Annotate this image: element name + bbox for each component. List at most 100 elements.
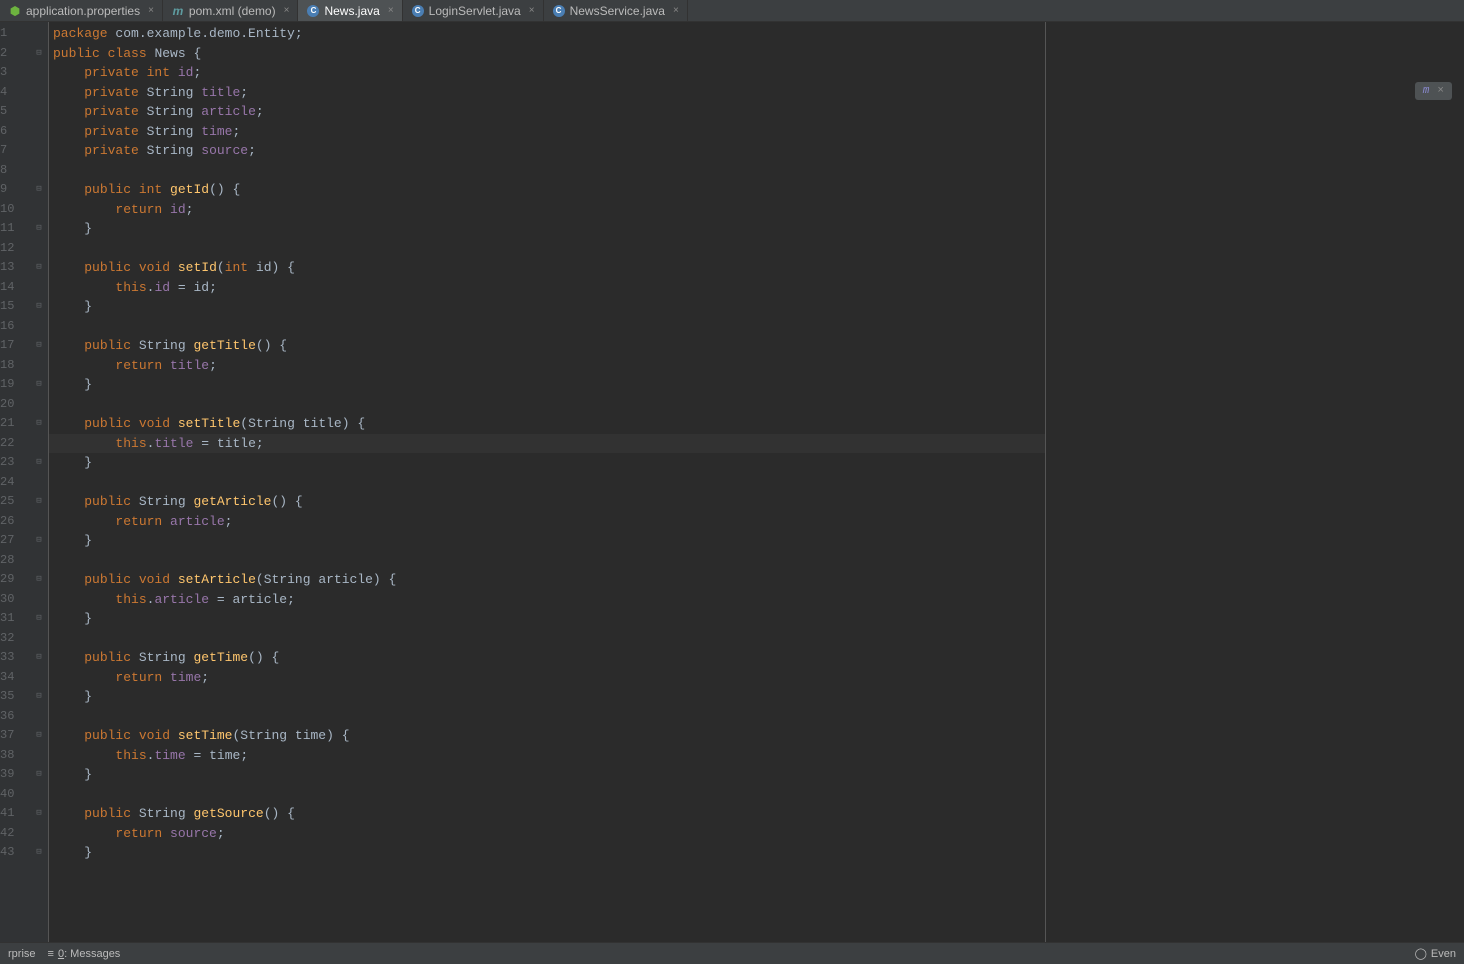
line-number[interactable]: 34 xyxy=(0,668,22,688)
line-number[interactable]: 7 xyxy=(0,141,22,161)
line-number[interactable]: 39 xyxy=(0,765,22,785)
code-line[interactable] xyxy=(49,707,1045,727)
close-icon[interactable]: × xyxy=(1437,85,1444,97)
code-line[interactable]: public int getId() { xyxy=(49,180,1045,200)
editor-tab[interactable]: CLoginServlet.java× xyxy=(403,0,544,21)
line-number[interactable]: 42 xyxy=(0,824,22,844)
code-content[interactable]: package com.example.demo.Entity;public c… xyxy=(49,22,1046,942)
close-icon[interactable]: × xyxy=(673,5,679,16)
fold-toggle-icon[interactable]: ⊟ xyxy=(30,180,48,200)
code-line[interactable]: public void setArticle(String article) { xyxy=(49,570,1045,590)
fold-toggle-icon[interactable]: ⊟ xyxy=(30,726,48,746)
code-line[interactable]: } xyxy=(49,843,1045,863)
line-number[interactable]: 5 xyxy=(0,102,22,122)
code-line[interactable] xyxy=(49,629,1045,649)
code-line[interactable]: } xyxy=(49,609,1045,629)
line-number[interactable]: 8 xyxy=(0,161,22,181)
fold-toggle-icon[interactable]: ⊟ xyxy=(30,687,48,707)
fold-toggle-icon[interactable]: ⊟ xyxy=(30,609,48,629)
fold-toggle-icon[interactable]: ⊟ xyxy=(30,843,48,863)
fold-toggle-icon[interactable]: ⊟ xyxy=(30,570,48,590)
code-line[interactable]: public void setTime(String time) { xyxy=(49,726,1045,746)
fold-toggle-icon[interactable]: ⊟ xyxy=(30,453,48,473)
line-number[interactable]: 4 xyxy=(0,83,22,103)
fold-toggle-icon[interactable]: ⊟ xyxy=(30,258,48,278)
editor-tab[interactable]: mpom.xml (demo)× xyxy=(163,0,299,21)
code-line[interactable]: return source; xyxy=(49,824,1045,844)
line-number[interactable]: 13 xyxy=(0,258,22,278)
code-line[interactable]: public class News { xyxy=(49,44,1045,64)
code-line[interactable]: this.title = title; xyxy=(49,434,1045,454)
code-line[interactable]: this.article = article; xyxy=(49,590,1045,610)
close-icon[interactable]: × xyxy=(388,5,394,16)
line-number[interactable]: 29 xyxy=(0,570,22,590)
code-line[interactable]: return title; xyxy=(49,356,1045,376)
line-number[interactable]: 40 xyxy=(0,785,22,805)
line-number[interactable]: 3 xyxy=(0,63,22,83)
code-line[interactable]: package com.example.demo.Entity; xyxy=(49,24,1045,44)
line-number[interactable]: 1 xyxy=(0,24,22,44)
line-number[interactable]: 17 xyxy=(0,336,22,356)
code-line[interactable]: public void setId(int id) { xyxy=(49,258,1045,278)
code-line[interactable] xyxy=(49,785,1045,805)
fold-toggle-icon[interactable]: ⊟ xyxy=(30,44,48,64)
line-number[interactable]: 6 xyxy=(0,122,22,142)
line-number[interactable]: 25 xyxy=(0,492,22,512)
line-number[interactable]: 28 xyxy=(0,551,22,571)
line-number[interactable]: 30 xyxy=(0,590,22,610)
fold-toggle-icon[interactable]: ⊟ xyxy=(30,375,48,395)
line-number[interactable]: 21 xyxy=(0,414,22,434)
fold-toggle-icon[interactable]: ⊟ xyxy=(30,336,48,356)
line-number[interactable]: 33 xyxy=(0,648,22,668)
code-line[interactable]: public String getSource() { xyxy=(49,804,1045,824)
line-number[interactable]: 26 xyxy=(0,512,22,532)
code-line[interactable]: } xyxy=(49,297,1045,317)
code-line[interactable] xyxy=(49,473,1045,493)
editor-tab[interactable]: CNews.java× xyxy=(298,0,402,21)
line-number[interactable]: 41 xyxy=(0,804,22,824)
fold-toggle-icon[interactable]: ⊟ xyxy=(30,297,48,317)
line-number[interactable]: 38 xyxy=(0,746,22,766)
line-number[interactable]: 20 xyxy=(0,395,22,415)
messages-tool-button[interactable]: ≡ 0: Messages xyxy=(48,948,121,960)
code-line[interactable]: this.time = time; xyxy=(49,746,1045,766)
code-line[interactable]: private String article; xyxy=(49,102,1045,122)
code-line[interactable]: return id; xyxy=(49,200,1045,220)
line-number[interactable]: 35 xyxy=(0,687,22,707)
code-line[interactable]: } xyxy=(49,765,1045,785)
code-line[interactable]: public String getTitle() { xyxy=(49,336,1045,356)
code-line[interactable] xyxy=(49,395,1045,415)
code-line[interactable]: return article; xyxy=(49,512,1045,532)
line-number[interactable]: 14 xyxy=(0,278,22,298)
fold-toggle-icon[interactable]: ⊟ xyxy=(30,531,48,551)
code-line[interactable]: private int id; xyxy=(49,63,1045,83)
fold-toggle-icon[interactable]: ⊟ xyxy=(30,492,48,512)
code-line[interactable]: } xyxy=(49,687,1045,707)
editor-tab[interactable]: CNewsService.java× xyxy=(544,0,688,21)
fold-toggle-icon[interactable]: ⊟ xyxy=(30,765,48,785)
code-line[interactable] xyxy=(49,317,1045,337)
close-icon[interactable]: × xyxy=(529,5,535,16)
code-line[interactable]: public void setTitle(String title) { xyxy=(49,414,1045,434)
line-number[interactable]: 36 xyxy=(0,707,22,727)
line-number[interactable]: 32 xyxy=(0,629,22,649)
close-icon[interactable]: × xyxy=(148,5,154,16)
line-number[interactable]: 11 xyxy=(0,219,22,239)
code-line[interactable] xyxy=(49,239,1045,259)
code-line[interactable]: this.id = id; xyxy=(49,278,1045,298)
code-line[interactable]: public String getTime() { xyxy=(49,648,1045,668)
code-line[interactable]: return time; xyxy=(49,668,1045,688)
code-line[interactable]: private String title; xyxy=(49,83,1045,103)
fold-toggle-icon[interactable]: ⊟ xyxy=(30,648,48,668)
line-number[interactable]: 18 xyxy=(0,356,22,376)
line-number[interactable]: 22 xyxy=(0,434,22,454)
close-icon[interactable]: × xyxy=(284,5,290,16)
event-log-button[interactable]: ◯ Even xyxy=(1415,947,1456,960)
line-number[interactable]: 23 xyxy=(0,453,22,473)
code-line[interactable]: private String time; xyxy=(49,122,1045,142)
code-line[interactable]: public String getArticle() { xyxy=(49,492,1045,512)
line-number[interactable]: 19 xyxy=(0,375,22,395)
line-number[interactable]: 24 xyxy=(0,473,22,493)
fold-toggle-icon[interactable]: ⊟ xyxy=(30,219,48,239)
code-line[interactable]: private String source; xyxy=(49,141,1045,161)
